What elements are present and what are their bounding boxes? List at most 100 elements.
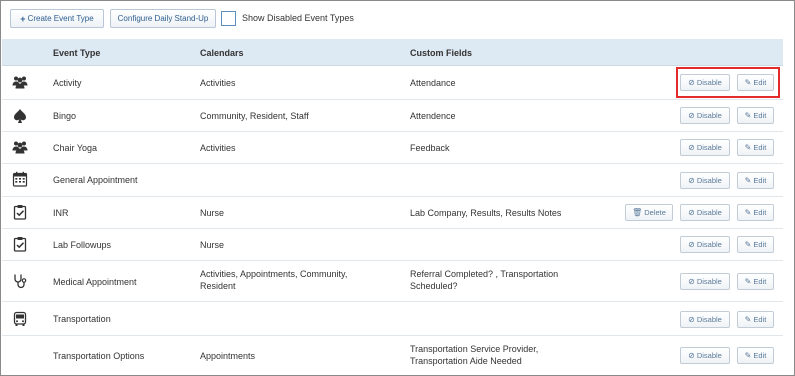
header-custom-fields: Custom Fields xyxy=(410,48,473,58)
disable-button[interactable]: ⊘ Disable xyxy=(680,273,730,290)
event-types-panel: + Create Event Type Configure Daily Stan… xyxy=(0,0,795,376)
event-type-name: Lab Followups xyxy=(53,240,112,250)
stethoscope-icon xyxy=(11,272,29,290)
edit-label: Edit xyxy=(753,78,767,87)
table-row: Chair Yoga Activities Feedback ⊘ Disable … xyxy=(2,132,783,164)
event-type-name: Activity xyxy=(53,78,82,88)
toolbar: + Create Event Type Configure Daily Stan… xyxy=(1,1,794,39)
edit-label: Edit xyxy=(753,351,767,360)
disable-button[interactable]: ⊘ Disable xyxy=(680,347,730,364)
disable-label: Disable xyxy=(696,111,722,120)
disable-button[interactable]: ⊘ Disable xyxy=(680,172,730,189)
edit-button[interactable]: ✎ Edit xyxy=(737,172,774,189)
edit-label: Edit xyxy=(753,208,767,217)
clipboard-check-icon xyxy=(11,235,29,253)
pencil-icon: ✎ xyxy=(744,111,752,120)
disable-label: Disable xyxy=(696,176,722,185)
clipboard-check-icon xyxy=(11,203,29,221)
pencil-icon: ✎ xyxy=(744,351,752,360)
disable-button[interactable]: ⊘ Disable xyxy=(680,311,730,328)
edit-label: Edit xyxy=(753,111,767,120)
calendar-icon xyxy=(11,170,29,188)
event-type-name: INR xyxy=(53,208,69,218)
ban-icon: ⊘ xyxy=(688,315,695,324)
pencil-icon: ✎ xyxy=(744,143,752,152)
configure-daily-standup-label: Configure Daily Stand-Up xyxy=(117,14,209,23)
trash-icon: 🗑 xyxy=(632,208,643,217)
ban-icon: ⊘ xyxy=(688,240,695,249)
ban-icon: ⊘ xyxy=(688,111,695,120)
edit-button[interactable]: ✎ Edit xyxy=(737,273,774,290)
edit-label: Edit xyxy=(753,277,767,286)
header-event-type: Event Type xyxy=(53,48,101,58)
group-icon xyxy=(11,73,29,91)
event-type-name: Medical Appointment xyxy=(53,277,137,287)
edit-label: Edit xyxy=(753,315,767,324)
event-type-name: General Appointment xyxy=(53,175,138,185)
edit-button[interactable]: ✎ Edit xyxy=(737,347,774,364)
pencil-icon: ✎ xyxy=(744,277,752,286)
table-row: General Appointment ⊘ Disable ✎ Edit xyxy=(2,164,783,197)
custom-fields-cell: Attendance xyxy=(410,78,456,88)
edit-label: Edit xyxy=(753,176,767,185)
edit-button[interactable]: ✎ Edit xyxy=(737,204,774,221)
disable-label: Disable xyxy=(696,315,722,324)
table-row: Bingo Community, Resident, Staff Attende… xyxy=(2,100,783,132)
table-row: Lab Followups Nurse ⊘ Disable ✎ Edit xyxy=(2,229,783,261)
configure-daily-standup-button[interactable]: Configure Daily Stand-Up xyxy=(110,9,216,28)
edit-button[interactable]: ✎ Edit xyxy=(737,311,774,328)
create-event-type-button[interactable]: + Create Event Type xyxy=(10,9,104,28)
delete-button[interactable]: 🗑 Delete xyxy=(625,204,673,221)
calendars-cell: Activities, Appointments, Community, Res… xyxy=(200,269,348,291)
pencil-icon: ✎ xyxy=(744,208,752,217)
event-type-name: Bingo xyxy=(53,111,77,121)
show-disabled-checkbox[interactable] xyxy=(221,11,236,26)
custom-fields-cell: Attendence xyxy=(410,111,456,121)
ban-icon: ⊘ xyxy=(688,277,695,286)
pencil-icon: ✎ xyxy=(744,78,752,87)
ban-icon: ⊘ xyxy=(688,208,695,217)
table-row: Transportation ⊘ Disable ✎ Edit xyxy=(2,302,783,336)
calendars-cell: Community, Resident, Staff xyxy=(200,111,309,121)
ban-icon: ⊘ xyxy=(688,78,695,87)
event-type-name: Chair Yoga xyxy=(53,143,98,153)
pencil-icon: ✎ xyxy=(744,315,752,324)
disable-label: Disable xyxy=(696,277,722,286)
delete-label: Delete xyxy=(644,208,666,217)
disable-button[interactable]: ⊘ Disable xyxy=(680,107,730,124)
disable-button[interactable]: ⊘ Disable xyxy=(680,204,730,221)
event-type-name: Transportation xyxy=(53,314,111,324)
custom-fields-cell: Referral Completed? , Transportation Sch… xyxy=(410,269,559,291)
pencil-icon: ✎ xyxy=(744,240,752,249)
pencil-icon: ✎ xyxy=(744,176,752,185)
disable-label: Disable xyxy=(696,143,722,152)
create-event-type-label: Create Event Type xyxy=(27,14,94,23)
ban-icon: ⊘ xyxy=(688,143,695,152)
edit-button[interactable]: ✎ Edit xyxy=(737,74,774,91)
disable-label: Disable xyxy=(696,351,722,360)
calendars-cell: Activities xyxy=(200,78,236,88)
custom-fields-cell: Transportation Service Provider, Transpo… xyxy=(410,344,539,366)
ban-icon: ⊘ xyxy=(688,351,695,360)
edit-button[interactable]: ✎ Edit xyxy=(737,107,774,124)
edit-label: Edit xyxy=(753,143,767,152)
table-header: Event Type Calendars Custom Fields xyxy=(2,39,783,66)
disable-button[interactable]: ⊘ Disable xyxy=(680,236,730,253)
disable-label: Disable xyxy=(696,78,722,87)
spade-icon xyxy=(11,107,29,125)
calendars-cell: Nurse xyxy=(200,240,225,250)
plus-icon: + xyxy=(20,13,26,24)
show-disabled-label: Show Disabled Event Types xyxy=(242,13,354,23)
calendars-cell: Activities xyxy=(200,143,236,153)
group-icon xyxy=(11,138,29,156)
disable-button[interactable]: ⊘ Disable xyxy=(680,74,730,91)
event-type-name: Transportation Options xyxy=(53,351,145,361)
custom-fields-cell: Lab Company, Results, Results Notes xyxy=(410,208,562,218)
edit-button[interactable]: ✎ Edit xyxy=(737,139,774,156)
scrollbar[interactable] xyxy=(783,39,794,375)
edit-label: Edit xyxy=(753,240,767,249)
calendars-cell: Appointments xyxy=(200,351,256,361)
edit-button[interactable]: ✎ Edit xyxy=(737,236,774,253)
disable-button[interactable]: ⊘ Disable xyxy=(680,139,730,156)
disable-label: Disable xyxy=(696,208,722,217)
